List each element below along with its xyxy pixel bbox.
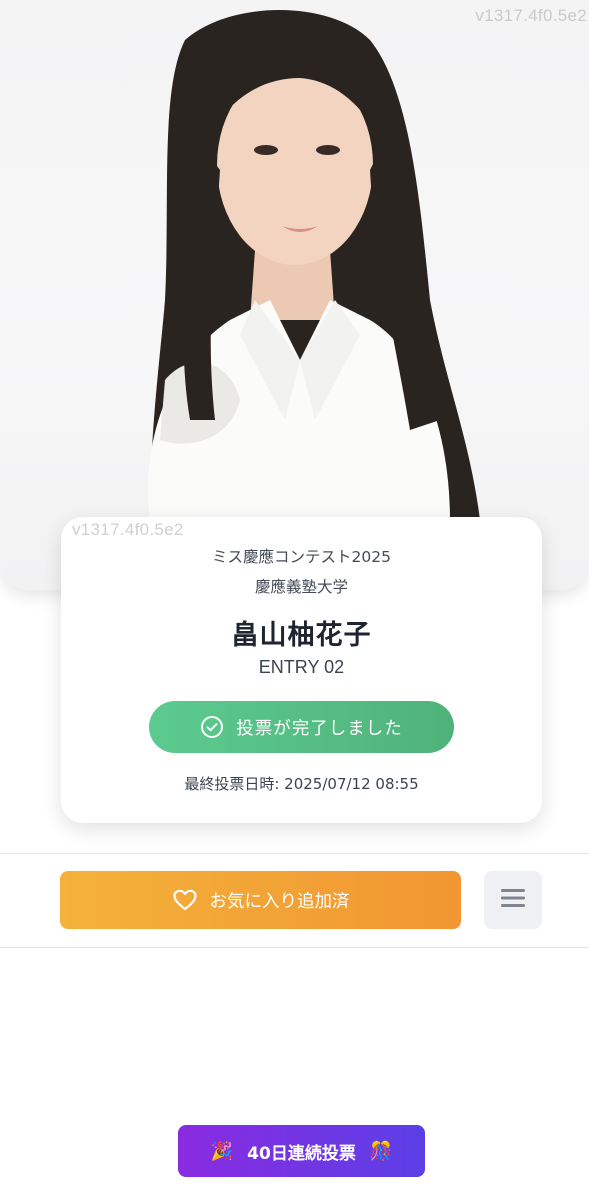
party-popper-icon: 🎉	[210, 1140, 234, 1162]
confetti-ball-icon: 🎊	[369, 1140, 393, 1162]
heart-icon	[172, 888, 198, 912]
menu-button[interactable]	[484, 871, 542, 929]
contestant-name: 畠山柚花子	[231, 620, 372, 651]
entry-number: ENTRY 02	[258, 657, 345, 677]
streak-label: 40日連続投票	[247, 1143, 356, 1164]
vote-completed-button[interactable]: 投票が完了しました	[149, 701, 454, 753]
university-name: 慶應義塾大学	[254, 578, 348, 596]
divider	[0, 947, 589, 948]
divider	[0, 853, 589, 854]
hamburger-icon	[500, 887, 526, 913]
favorite-button[interactable]: お気に入り追加済	[60, 871, 461, 929]
vote-status-label: 投票が完了しました	[236, 718, 403, 739]
favorite-label: お気に入り追加済	[209, 891, 350, 912]
profile-photo: v1317.4f0.5e2	[0, 0, 589, 590]
contestant-page: v1317.4f0.5e2 v1317.4f0.5e2 ミス慶應コンテスト202…	[0, 0, 589, 1199]
portrait-illustration	[148, 10, 480, 520]
last-vote-datetime: 最終投票日時: 2025/07/12 08:55	[184, 775, 419, 793]
version-watermark: v1317.4f0.5e2	[475, 6, 587, 25]
contest-name: ミス慶應コンテスト2025	[212, 548, 391, 566]
check-circle-icon	[200, 715, 224, 739]
contestant-info-card: ミス慶應コンテスト2025 慶應義塾大学 畠山柚花子 ENTRY 02 投票が完…	[61, 517, 542, 823]
vote-streak-badge[interactable]: 🎉 40日連続投票 🎊	[178, 1125, 425, 1177]
version-watermark-overlay: v1317.4f0.5e2	[72, 520, 184, 539]
